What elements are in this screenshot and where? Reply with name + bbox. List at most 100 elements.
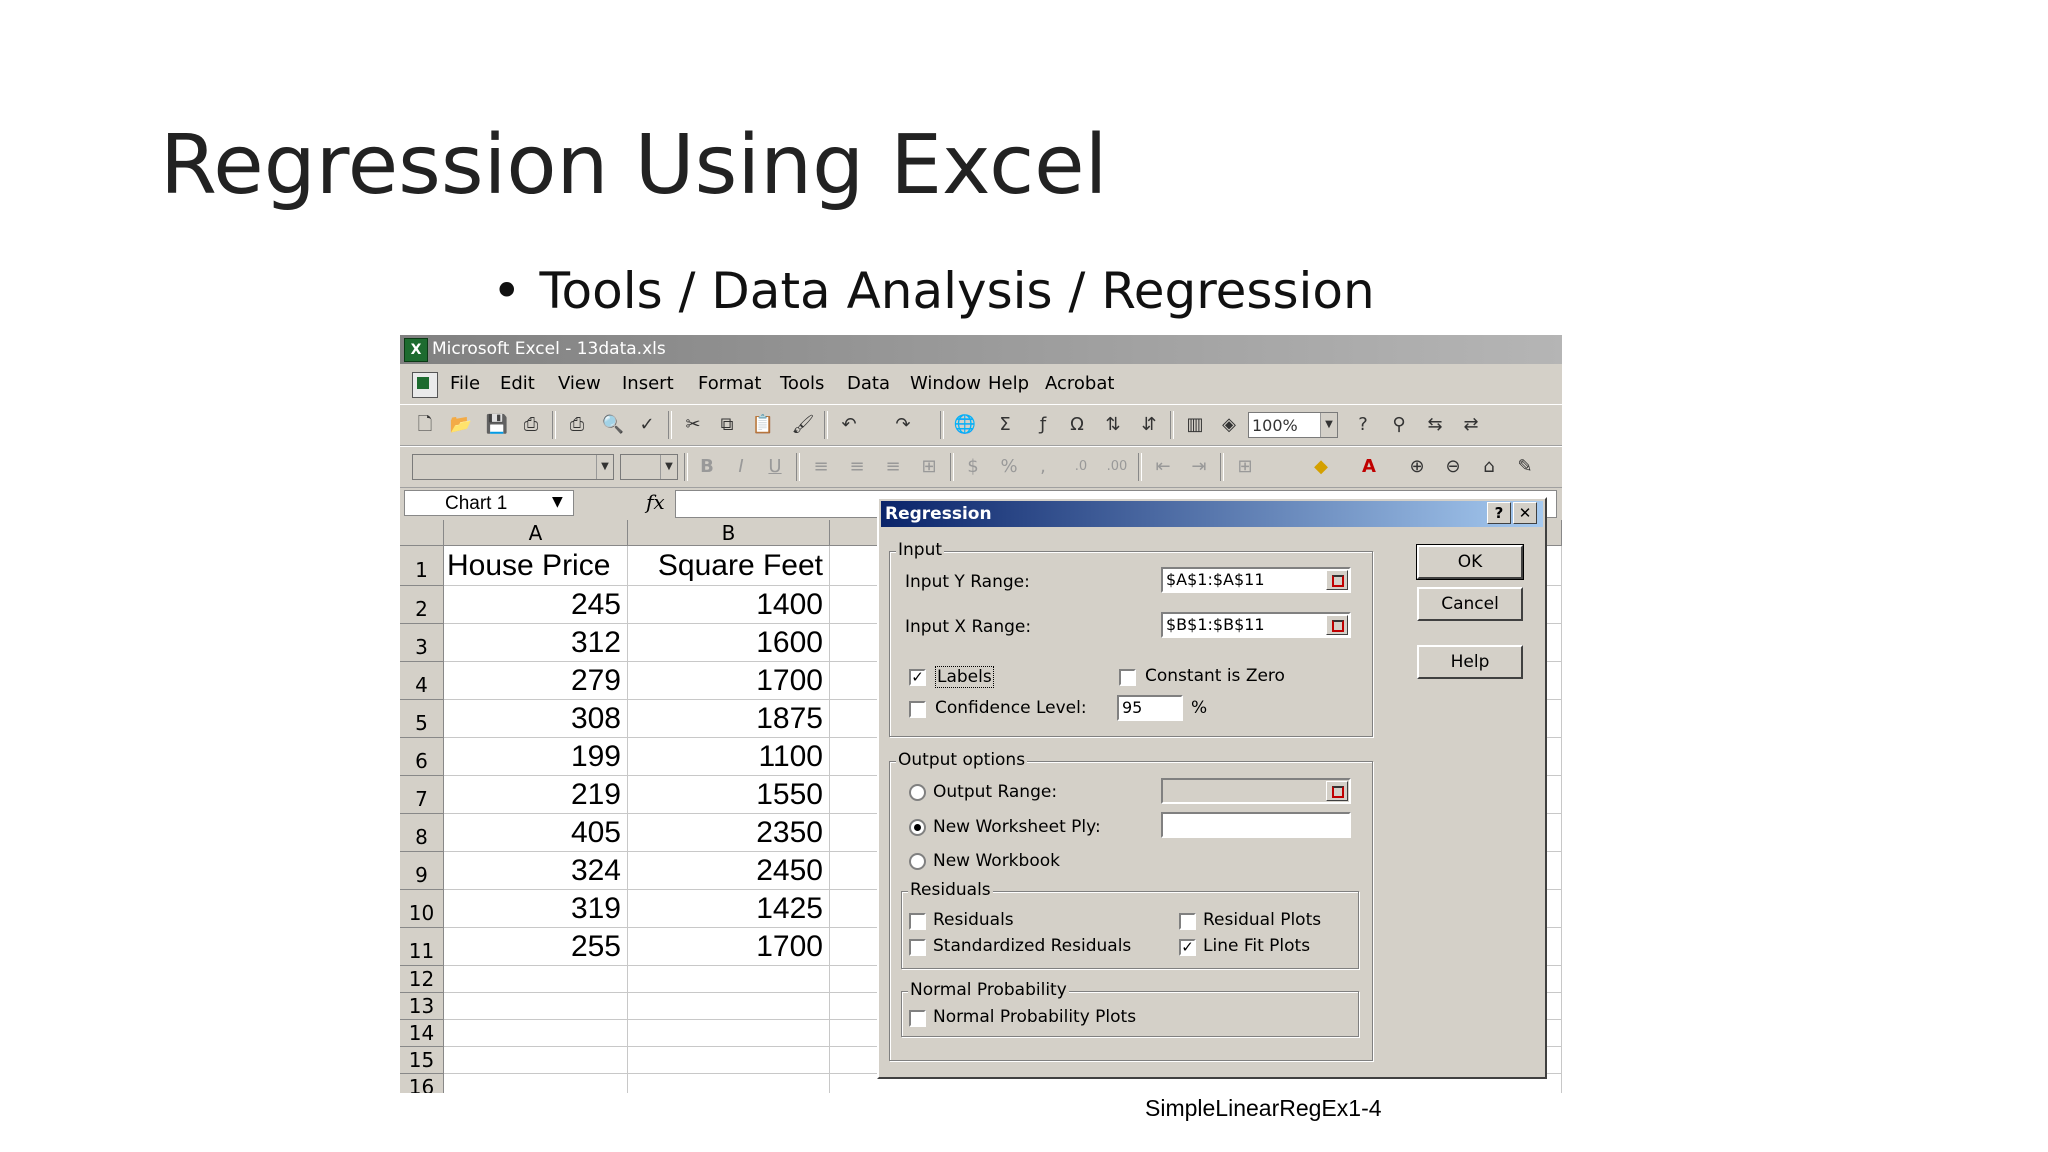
dialog-help-button[interactable]: ? [1487, 502, 1511, 524]
cell-b4[interactable]: 1700 [628, 662, 830, 700]
copy-icon[interactable]: ⧉ [714, 413, 740, 437]
help-icon[interactable]: ? [1350, 413, 1376, 437]
font-name-select[interactable]: ▼ [412, 454, 614, 480]
collapse-dialog-icon[interactable] [1326, 615, 1348, 635]
row-header[interactable]: 12 [400, 966, 444, 993]
zoom-select[interactable]: 100% ▼ [1248, 412, 1338, 438]
row-header[interactable]: 2 [400, 586, 444, 624]
line-fit-checkbox[interactable]: ✓ [1179, 939, 1196, 956]
menu-data[interactable]: Data [847, 364, 890, 404]
labels-checkbox[interactable]: ✓ [909, 669, 926, 686]
cell-b16[interactable] [628, 1074, 830, 1093]
redo-icon[interactable]: ↷ [890, 413, 916, 437]
align-left-icon[interactable]: ≡ [808, 455, 834, 479]
borders-icon[interactable]: ⊞ [1232, 455, 1258, 479]
collapse-dialog-icon[interactable] [1326, 570, 1348, 590]
function-icon[interactable]: ƒ [1030, 413, 1056, 437]
symbol-icon[interactable]: Ω [1064, 413, 1090, 437]
residual-plots-checkbox[interactable] [1179, 913, 1196, 930]
row-header[interactable]: 5 [400, 700, 444, 738]
cell-a9[interactable]: 324 [444, 852, 628, 890]
row-header[interactable]: 15 [400, 1047, 444, 1074]
cell-a8[interactable]: 405 [444, 814, 628, 852]
std-residuals-checkbox[interactable] [909, 939, 926, 956]
drawing-icon[interactable]: ◈ [1216, 413, 1242, 437]
dialog-close-button[interactable]: ✕ [1513, 502, 1537, 524]
cell-b9[interactable]: 2450 [628, 852, 830, 890]
cell-a11[interactable]: 255 [444, 928, 628, 966]
increase-decimal-icon[interactable]: .0 [1068, 455, 1094, 479]
menu-file[interactable]: File [450, 364, 480, 404]
menu-format[interactable]: Format [698, 364, 761, 404]
zoom-in-icon[interactable]: ⊕ [1404, 455, 1430, 479]
collapse-dialog-icon[interactable] [1326, 781, 1348, 801]
cell-b1[interactable]: Square Feet [628, 546, 830, 586]
bold-icon[interactable]: B [694, 455, 720, 479]
zoom-out-icon[interactable]: ⊖ [1440, 455, 1466, 479]
format-painter-icon[interactable]: 🖌 [790, 413, 816, 437]
row-header[interactable]: 13 [400, 993, 444, 1020]
spelling-icon[interactable]: ✓ [634, 413, 660, 437]
ok-button[interactable]: OK [1416, 544, 1524, 580]
column-header-b[interactable]: B [628, 520, 830, 546]
cell-a14[interactable] [444, 1020, 628, 1047]
cell-a12[interactable] [444, 966, 628, 993]
select-all-corner[interactable] [400, 520, 444, 546]
row-header[interactable]: 3 [400, 624, 444, 662]
underline-icon[interactable]: U [762, 455, 788, 479]
new-icon[interactable]: 🗋 [412, 413, 438, 437]
chart-wizard-icon[interactable]: ▥ [1182, 413, 1208, 437]
workbook-icon[interactable] [412, 372, 438, 398]
new-workbook-radio[interactable] [909, 853, 926, 870]
cell-b14[interactable] [628, 1020, 830, 1047]
cancel-button[interactable]: Cancel [1417, 587, 1523, 621]
dialog-help-text-button[interactable]: Help [1417, 645, 1523, 679]
row-header[interactable]: 14 [400, 1020, 444, 1047]
menu-edit[interactable]: Edit [500, 364, 535, 404]
output-range-input[interactable] [1161, 778, 1351, 804]
fx-icon[interactable]: fx [646, 490, 665, 514]
chevron-down-icon[interactable]: ▼ [552, 494, 563, 510]
y-range-input[interactable]: $A$1:$A$11 [1161, 567, 1351, 593]
permission-icon[interactable]: ⎙ [518, 413, 544, 437]
merge-center-icon[interactable]: ⊞ [916, 455, 942, 479]
cell-b5[interactable]: 1875 [628, 700, 830, 738]
constant-zero-checkbox[interactable] [1119, 669, 1136, 686]
menu-help[interactable]: Help [988, 364, 1029, 404]
menu-view[interactable]: View [558, 364, 601, 404]
row-header[interactable]: 9 [400, 852, 444, 890]
cell-a16[interactable] [444, 1074, 628, 1093]
row-header[interactable]: 4 [400, 662, 444, 700]
align-right-icon[interactable]: ≡ [880, 455, 906, 479]
decrease-indent-icon[interactable]: ⇤ [1150, 455, 1176, 479]
cell-b10[interactable]: 1425 [628, 890, 830, 928]
confidence-input[interactable]: 95 [1117, 695, 1183, 721]
menu-acrobat[interactable]: Acrobat [1045, 364, 1114, 404]
currency-icon[interactable]: $ [960, 455, 986, 479]
font-color-icon[interactable]: A [1356, 455, 1382, 479]
autosum-icon[interactable]: Σ [992, 413, 1018, 437]
row-header[interactable]: 6 [400, 738, 444, 776]
print-icon[interactable]: ⎙ [564, 413, 590, 437]
cut-icon[interactable]: ✂ [680, 413, 706, 437]
cell-a6[interactable]: 199 [444, 738, 628, 776]
new-ply-input[interactable] [1161, 812, 1351, 838]
menu-tools[interactable]: Tools [780, 364, 824, 404]
row-header[interactable]: 8 [400, 814, 444, 852]
cell-a3[interactable]: 312 [444, 624, 628, 662]
web-icon[interactable]: ⌂ [1476, 455, 1502, 479]
cell-a13[interactable] [444, 993, 628, 1020]
residuals-checkbox[interactable] [909, 913, 926, 930]
cell-b3[interactable]: 1600 [628, 624, 830, 662]
cell-b8[interactable]: 2350 [628, 814, 830, 852]
output-range-radio[interactable] [909, 784, 926, 801]
row-header[interactable]: 10 [400, 890, 444, 928]
percent-icon[interactable]: % [996, 455, 1022, 479]
cell-b13[interactable] [628, 993, 830, 1020]
align-center-icon[interactable]: ≡ [844, 455, 870, 479]
decrease-decimal-icon[interactable]: .00 [1104, 455, 1130, 479]
sort-ascending-icon[interactable]: ⇅ [1100, 413, 1126, 437]
ink-icon[interactable]: ✎ [1512, 455, 1538, 479]
menu-window[interactable]: Window [910, 364, 981, 404]
x-range-input[interactable]: $B$1:$B$11 [1161, 612, 1351, 638]
